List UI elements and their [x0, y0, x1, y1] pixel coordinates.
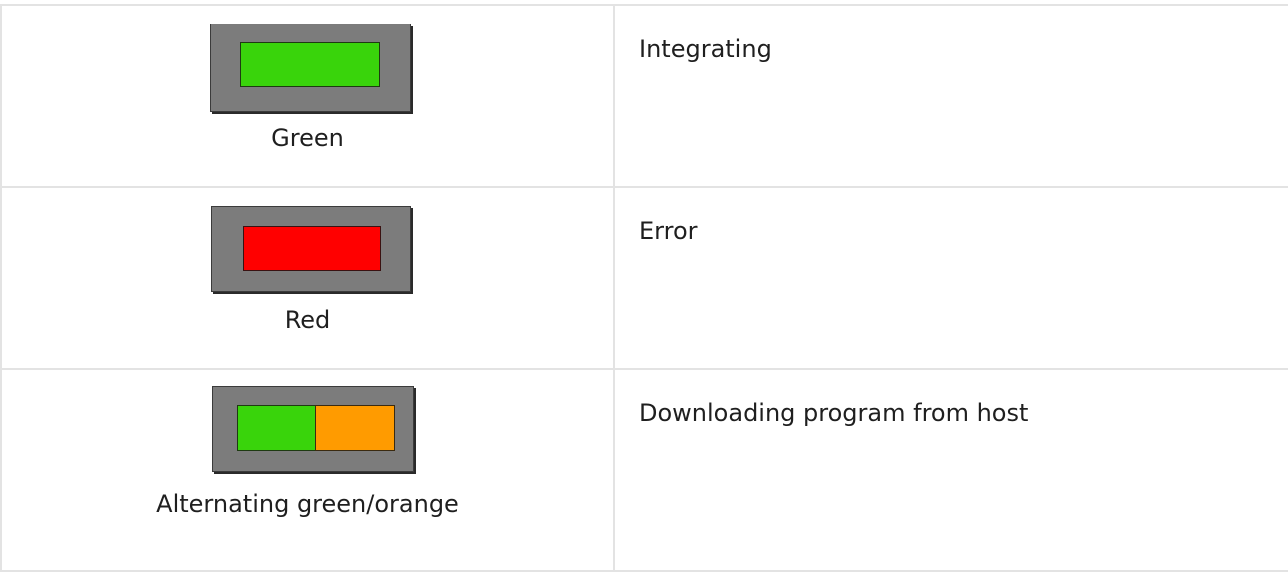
status-meaning: Integrating: [639, 35, 772, 63]
meaning-cell: Integrating: [613, 4, 1288, 188]
table-row: Red Error: [0, 186, 1288, 370]
indicator-cell: Green: [0, 4, 615, 188]
meaning-cell: Downloading program from host: [613, 368, 1288, 572]
indicator-cell: Red: [0, 186, 615, 370]
led-indicator-image: [212, 386, 414, 472]
indicator-caption: Green: [271, 124, 344, 152]
led-segment-green: [237, 405, 317, 451]
table-row: Green Integrating: [0, 4, 1288, 188]
meaning-cell: Error: [613, 186, 1288, 370]
led-segment-red: [243, 226, 381, 271]
led-segment-green: [240, 42, 380, 87]
led-segment-orange: [315, 405, 395, 451]
led-indicator-image: [210, 24, 411, 112]
led-indicator-image: [211, 206, 411, 292]
status-meaning: Error: [639, 217, 698, 245]
led-status-table: Green Integrating Red Error Alternating …: [0, 4, 1288, 572]
table-row: Alternating green/orange Downloading pro…: [0, 368, 1288, 572]
status-meaning: Downloading program from host: [639, 399, 1029, 427]
indicator-cell: Alternating green/orange: [0, 368, 615, 572]
indicator-caption: Alternating green/orange: [156, 490, 459, 518]
indicator-caption: Red: [284, 306, 331, 334]
